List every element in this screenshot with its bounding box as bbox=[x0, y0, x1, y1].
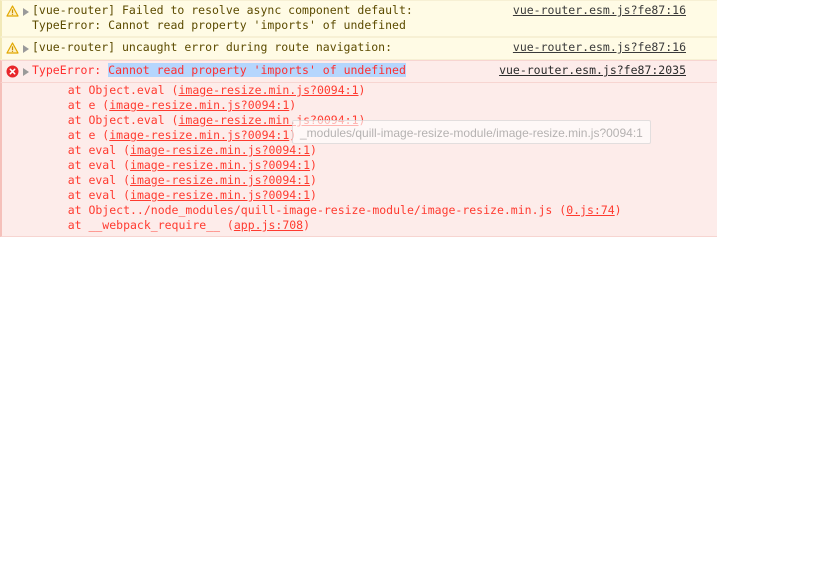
stack-frame-link[interactable]: app.js:708 bbox=[234, 218, 303, 232]
stack-frame-link[interactable]: image-resize.min.js?0094:1 bbox=[130, 158, 310, 172]
console-message-text: TypeError: Cannot read property 'imports… bbox=[32, 63, 499, 78]
stack-frame: at e (image-resize.min.js?0094:1) bbox=[40, 98, 622, 113]
stack-frame-function: at eval ( bbox=[40, 143, 131, 157]
stack-frame: at eval (image-resize.min.js?0094:1) bbox=[40, 143, 622, 158]
console-message-warning-1[interactable]: [vue-router] Failed to resolve async com… bbox=[0, 0, 717, 37]
stack-frame-link[interactable]: image-resize.min.js?0094:1 bbox=[130, 143, 310, 157]
warning-2-line-1: [vue-router] uncaught error during route… bbox=[32, 40, 393, 54]
expand-arrow-icon[interactable] bbox=[20, 42, 32, 56]
source-anchor[interactable]: vue-router.esm.js?fe87:2035 bbox=[499, 63, 717, 78]
warning-triangle-icon bbox=[4, 41, 20, 55]
stack-trace[interactable]: at Object.eval (image-resize.min.js?0094… bbox=[2, 83, 622, 233]
stack-frame-link[interactable]: 0.js:74 bbox=[566, 203, 614, 217]
stack-frame-tail: ) bbox=[303, 218, 311, 232]
stack-frame-function: at eval ( bbox=[40, 158, 131, 172]
stack-frame-tail: ) bbox=[310, 173, 317, 187]
stack-frame-function: at e ( bbox=[40, 128, 110, 142]
stack-frame-tail: ) bbox=[289, 98, 297, 112]
console-message-text: [vue-router] uncaught error during route… bbox=[32, 40, 513, 55]
source-link[interactable]: vue-router.esm.js?fe87:16 bbox=[513, 40, 686, 54]
stack-frame-link[interactable]: image-resize.min.js?0094:1 bbox=[130, 173, 310, 187]
console-message-warning-2[interactable]: [vue-router] uncaught error during route… bbox=[0, 37, 717, 60]
warning-1-line-2: TypeError: Cannot read property 'imports… bbox=[32, 18, 406, 32]
stack-frame-tail: ) bbox=[289, 128, 297, 142]
console-message-error[interactable]: TypeError: Cannot read property 'imports… bbox=[0, 60, 717, 83]
stack-frame-tail: ) bbox=[358, 83, 366, 97]
stack-frame-function: at __webpack_require__ ( bbox=[40, 218, 234, 232]
stack-frame: at eval (image-resize.min.js?0094:1) bbox=[40, 188, 622, 203]
warning-triangle-icon bbox=[4, 4, 20, 18]
stack-frame-link[interactable]: image-resize.min.js?0094:1 bbox=[130, 188, 310, 202]
source-anchor[interactable]: vue-router.esm.js?fe87:16 bbox=[513, 40, 717, 55]
source-link[interactable]: vue-router.esm.js?fe87:2035 bbox=[499, 63, 686, 77]
stack-frame: at __webpack_require__ (app.js:708) bbox=[40, 218, 622, 233]
console-message-text: [vue-router] Failed to resolve async com… bbox=[32, 3, 513, 33]
stack-frame-tail: ) bbox=[310, 158, 317, 172]
stack-frame-tail: ) bbox=[310, 188, 317, 202]
selected-error-text: Cannot read property 'imports' of undefi… bbox=[108, 63, 406, 77]
stack-frame-function: at Object../node_modules/quill-image-res… bbox=[40, 203, 567, 217]
stack-frame: at Object.eval (image-resize.min.js?0094… bbox=[40, 113, 622, 128]
error-circle-icon bbox=[4, 64, 20, 78]
stack-frame: at eval (image-resize.min.js?0094:1) bbox=[40, 173, 622, 188]
stack-frame-tail: ) bbox=[358, 113, 366, 127]
stack-frame: at Object.eval (image-resize.min.js?0094… bbox=[40, 83, 622, 98]
stack-frame-link[interactable]: image-resize.min.js?0094:1 bbox=[178, 113, 358, 127]
stack-frame-link[interactable]: image-resize.min.js?0094:1 bbox=[109, 98, 289, 112]
warning-1-line-1: [vue-router] Failed to resolve async com… bbox=[32, 3, 413, 17]
console-error-stack-container: at Object.eval (image-resize.min.js?0094… bbox=[0, 83, 717, 237]
source-anchor[interactable]: vue-router.esm.js?fe87:16 bbox=[513, 3, 717, 18]
stack-frame-link[interactable]: image-resize.min.js?0094:1 bbox=[109, 128, 289, 142]
expand-arrow-icon[interactable] bbox=[20, 5, 32, 19]
stack-frame-tail: ) bbox=[614, 203, 622, 217]
stack-frame-tail: ) bbox=[310, 143, 317, 157]
stack-frame: at Object../node_modules/quill-image-res… bbox=[40, 203, 622, 218]
devtools-console-panel[interactable]: [vue-router] Failed to resolve async com… bbox=[0, 0, 717, 237]
stack-frame-function: at e ( bbox=[40, 98, 110, 112]
expand-arrow-icon[interactable] bbox=[20, 65, 32, 79]
error-prefix: TypeError: bbox=[32, 63, 109, 77]
stack-frame: at eval (image-resize.min.js?0094:1) bbox=[40, 158, 622, 173]
stack-frame-function: at eval ( bbox=[40, 188, 131, 202]
source-link[interactable]: vue-router.esm.js?fe87:16 bbox=[513, 3, 686, 17]
stack-frame-function: at Object.eval ( bbox=[40, 83, 179, 97]
stack-frame-function: at Object.eval ( bbox=[40, 113, 179, 127]
stack-frame-function: at eval ( bbox=[40, 173, 131, 187]
stack-frame: at e (image-resize.min.js?0094:1) bbox=[40, 128, 622, 143]
stack-frame-link[interactable]: image-resize.min.js?0094:1 bbox=[178, 83, 358, 97]
